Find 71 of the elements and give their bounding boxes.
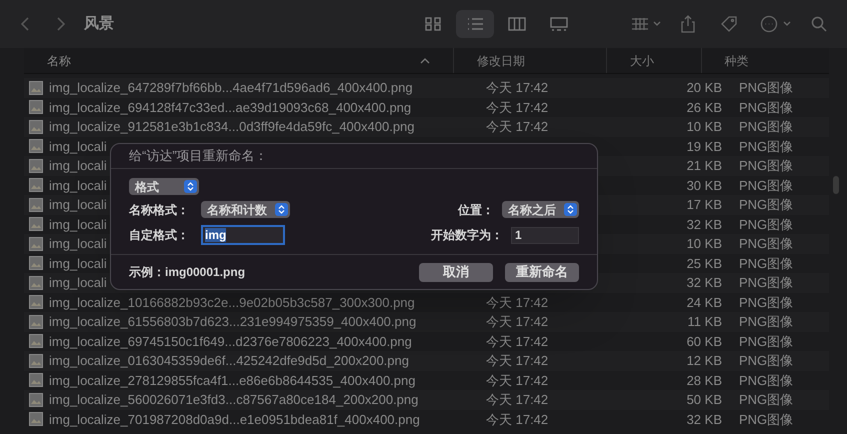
file-size: 19 KB [686, 138, 722, 154]
start-number-label: 开始数字为： [431, 227, 503, 244]
modified-date: 今天 17:42 [486, 80, 548, 95]
file-name: img_locali [49, 235, 107, 253]
file-kind: PNG图像 [739, 178, 794, 192]
file-name: img_locali [49, 176, 107, 195]
file-name: img_locali [49, 157, 107, 175]
file-name: img_locali [49, 254, 107, 273]
file-size: 50 KB [686, 392, 722, 407]
file-kind: PNG图像 [739, 392, 794, 407]
file-name: img_localize_647289f7bf66bb...4ae4f71d596ad6_400x400.png [49, 79, 413, 97]
file-size: 11 KB [688, 314, 722, 329]
file-name: img_localize_61556803b7d623...231e994975359_400x400.png [49, 313, 416, 331]
file-kind: PNG图像 [739, 100, 794, 114]
modified-date: 今天 17:42 [486, 119, 548, 134]
file-size: 32 KB [686, 275, 722, 290]
modified-date: 今天 17:42 [486, 353, 548, 368]
file-size: 26 KB [686, 100, 722, 114]
file-kind: PNG图像 [739, 158, 794, 173]
modified-date: 今天 17:42 [486, 334, 548, 348]
modified-date: 今天 17:42 [486, 412, 548, 426]
file-size: 28 KB [686, 372, 722, 388]
file-size: 10 KB [686, 119, 722, 134]
file-size: 10 KB [686, 236, 722, 251]
file-size: 17 KB [686, 197, 722, 212]
custom-format-label: 自定格式： [129, 227, 190, 244]
file-kind: PNG图像 [739, 314, 794, 329]
file-size: 32 KB [686, 412, 722, 426]
file-kind: PNG图像 [739, 275, 794, 290]
file-size: 24 KB [686, 294, 722, 310]
file-name: img_locali [49, 274, 107, 292]
name-format-label: 名称格式： [129, 202, 190, 218]
file-kind: PNG图像 [739, 294, 794, 310]
file-size: 21 KB [686, 158, 722, 173]
modified-date: 今天 17:42 [486, 372, 548, 388]
file-name: img_localize_69745150c1f649...d2376e7806223_400x400.png [49, 332, 412, 351]
modified-date: 今天 17:42 [486, 392, 548, 407]
file-kind: PNG图像 [739, 372, 794, 388]
file-kind: PNG图像 [739, 412, 794, 426]
file-name: img_locali [49, 138, 107, 156]
file-name: img_locali [49, 216, 107, 234]
file-size: 20 KB [686, 80, 722, 95]
file-size: 32 KB [686, 216, 722, 232]
file-kind: PNG图像 [739, 216, 794, 232]
file-name: img_localize_694128f47c33ed...ae39d19093c68_400x400.png [49, 98, 412, 117]
modified-date: 今天 17:42 [486, 294, 548, 310]
file-kind: PNG图像 [739, 353, 794, 368]
file-name: img_localize_560026071e3fd3...c87567a80ce184_200x200.png [49, 391, 418, 409]
file-size: 60 KB [686, 334, 722, 348]
file-name: img_localize_0163045359de6f...425242dfe9d5d_200x200.png [49, 352, 409, 370]
file-name: img_localize_278129855fca4f1...e86e6b8644535_400x400.png [49, 372, 416, 390]
file-size: 12 KB [686, 353, 722, 368]
file-name: img_localize_912581e3b1c834...0d3ff9fe4da59fc_400x400.png [49, 118, 415, 136]
modified-date: 今天 17:42 [486, 314, 548, 329]
file-kind: PNG图像 [739, 197, 794, 212]
file-size: 30 KB [686, 178, 722, 192]
file-kind: PNG图像 [739, 119, 794, 134]
example-text: 示例：img00001.png [129, 264, 246, 281]
file-name: img_locali [49, 196, 107, 214]
file-kind: PNG图像 [739, 334, 794, 348]
file-kind: PNG图像 [739, 236, 794, 251]
file-kind: PNG图像 [739, 256, 794, 270]
modified-date: 今天 17:42 [486, 100, 548, 114]
window-title: 风景 [84, 14, 114, 34]
file-kind: PNG图像 [739, 138, 794, 154]
file-name: img_localize_10166882b93c2e...9e02b05b3c587_300x300.png [49, 294, 415, 312]
position-label: 位置： [458, 202, 494, 218]
file-name: img_localize_701987208d0a9d...e1e0951bdea81f_400x400.png [49, 410, 420, 429]
dialog-title: 给“访达”项目重新命名： [129, 147, 268, 166]
file-size: 25 KB [686, 256, 722, 270]
file-kind: PNG图像 [739, 80, 794, 95]
